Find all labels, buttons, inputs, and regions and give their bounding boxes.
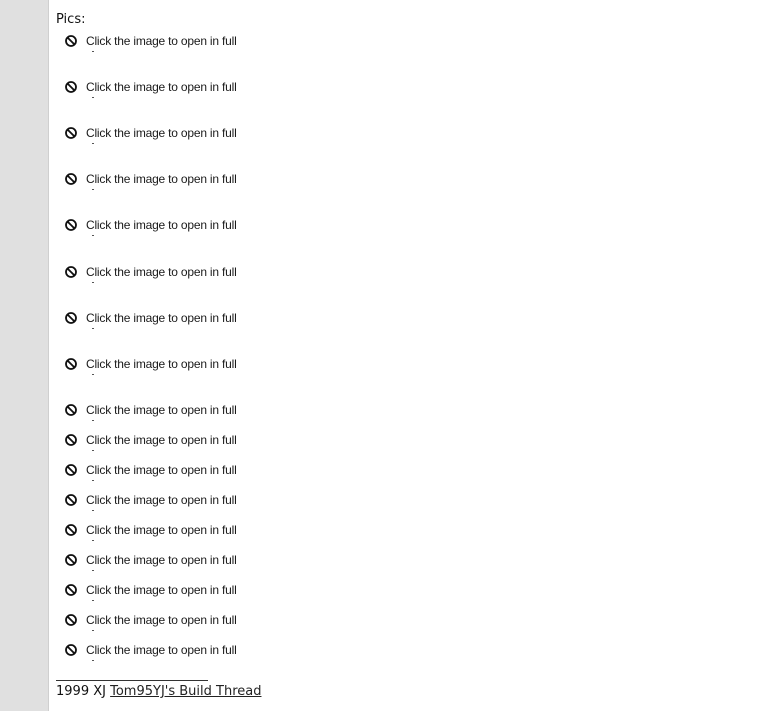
attachment-link-label[interactable]: Click the image to open in full (86, 80, 237, 98)
blocked-image-icon (64, 463, 78, 477)
attachment-link-label[interactable]: Click the image to open in full (86, 311, 237, 329)
attachment-link-item[interactable]: Click the image to open in full (64, 550, 237, 571)
attachment-link-label[interactable]: Click the image to open in full (86, 463, 237, 481)
blocked-image-icon (64, 311, 78, 325)
attachment-link-item[interactable]: Click the image to open in full (64, 580, 237, 601)
attachment-link-item[interactable]: Click the image to open in full (64, 640, 237, 661)
blocked-image-icon (64, 265, 78, 279)
attachment-link-label[interactable]: Click the image to open in full (86, 583, 237, 601)
attachment-link-label[interactable]: Click the image to open in full (86, 553, 237, 571)
attachment-link-label[interactable]: Click the image to open in full (86, 34, 237, 52)
attachment-link-label[interactable]: Click the image to open in full (86, 403, 237, 421)
signature: 1999 XJ Tom95YJ's Build Thread (56, 684, 261, 700)
blocked-image-icon (64, 613, 78, 627)
signature-prefix: 1999 XJ (56, 684, 106, 699)
attachment-link-item[interactable]: Click the image to open in full (64, 490, 237, 511)
attachment-link-item[interactable]: Click the image to open in full (64, 215, 237, 236)
attachment-link-label[interactable]: Click the image to open in full (86, 493, 237, 511)
blocked-image-icon (64, 172, 78, 186)
blocked-image-icon (64, 493, 78, 507)
attachment-link-label[interactable]: Click the image to open in full (86, 265, 237, 283)
blocked-image-icon (64, 643, 78, 657)
attachment-link-item[interactable]: Click the image to open in full (64, 520, 237, 541)
attachment-link-item[interactable]: Click the image to open in full (64, 31, 237, 52)
blocked-image-icon (64, 583, 78, 597)
attachment-link-item[interactable]: Click the image to open in full (64, 308, 237, 329)
pics-label: Pics: (56, 12, 86, 27)
attachment-link-label[interactable]: Click the image to open in full (86, 126, 237, 144)
attachment-link-item[interactable]: Click the image to open in full (64, 400, 237, 421)
left-sidebar-gutter (0, 0, 49, 711)
blocked-image-icon (64, 218, 78, 232)
attachment-link-label[interactable]: Click the image to open in full (86, 172, 237, 190)
blocked-image-icon (64, 433, 78, 447)
signature-divider (56, 680, 208, 681)
attachment-link-item[interactable]: Click the image to open in full (64, 460, 237, 481)
attachment-link-item[interactable]: Click the image to open in full (64, 354, 237, 375)
blocked-image-icon (64, 523, 78, 537)
attachment-link-item[interactable]: Click the image to open in full (64, 123, 237, 144)
attachment-link-label[interactable]: Click the image to open in full (86, 613, 237, 631)
blocked-image-icon (64, 126, 78, 140)
attachment-link-label[interactable]: Click the image to open in full (86, 433, 237, 451)
blocked-image-icon (64, 34, 78, 48)
attachment-link-item[interactable]: Click the image to open in full (64, 169, 237, 190)
build-thread-link[interactable]: Tom95YJ's Build Thread (110, 684, 261, 699)
attachment-link-item[interactable]: Click the image to open in full (64, 430, 237, 451)
blocked-image-icon (64, 80, 78, 94)
attachment-link-item[interactable]: Click the image to open in full (64, 262, 237, 283)
attachment-link-item[interactable]: Click the image to open in full (64, 610, 237, 631)
attachment-link-label[interactable]: Click the image to open in full (86, 357, 237, 375)
attachment-link-item[interactable]: Click the image to open in full (64, 77, 237, 98)
blocked-image-icon (64, 357, 78, 371)
attachment-link-label[interactable]: Click the image to open in full (86, 523, 237, 541)
attachment-link-label[interactable]: Click the image to open in full (86, 643, 237, 661)
post-body: Pics: Click the image to open in full Cli… (56, 0, 756, 711)
blocked-image-icon (64, 553, 78, 567)
attachment-link-label[interactable]: Click the image to open in full (86, 218, 237, 236)
blocked-image-icon (64, 403, 78, 417)
